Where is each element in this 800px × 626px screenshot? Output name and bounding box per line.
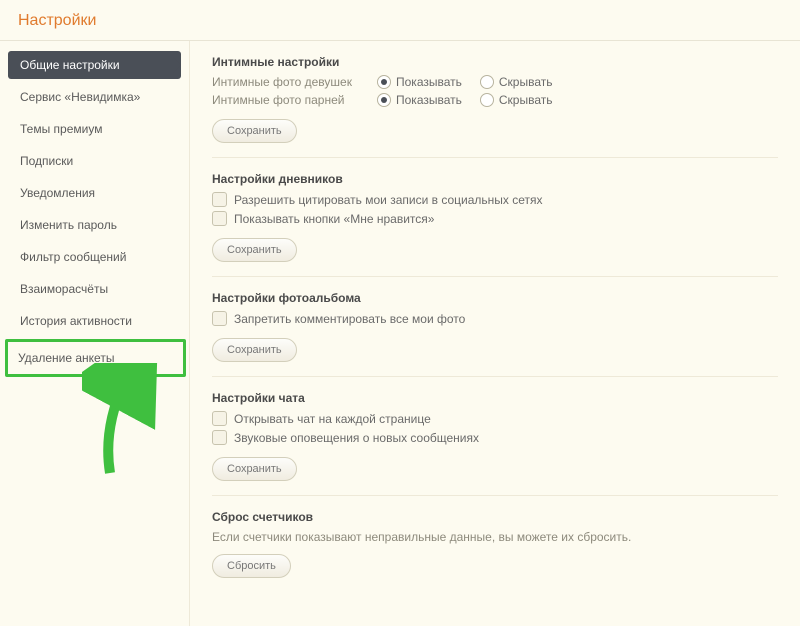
checkbox-icon	[212, 311, 227, 326]
sidebar-item-activity-history[interactable]: История активности	[8, 307, 181, 335]
page-header: Настройки	[0, 0, 800, 41]
radio-icon	[377, 75, 391, 89]
sidebar: Общие настройки Сервис «Невидимка» Темы …	[0, 41, 190, 626]
section-chat: Настройки чата Открывать чат на каждой с…	[212, 391, 778, 496]
section-diaries: Настройки дневников Разрешить цитировать…	[212, 172, 778, 277]
checkbox-icon	[212, 211, 227, 226]
counters-desc: Если счетчики показывают неправильные да…	[212, 530, 778, 544]
section-title: Настройки фотоальбома	[212, 291, 778, 305]
checkbox-sound-alerts[interactable]: Звуковые оповещения о новых сообщениях	[212, 430, 778, 445]
section-intimate: Интимные настройки Интимные фото девушек…	[212, 55, 778, 158]
save-button[interactable]: Сохранить	[212, 457, 297, 481]
save-button[interactable]: Сохранить	[212, 119, 297, 143]
radio-group: Показывать Скрывать	[377, 93, 553, 107]
sidebar-item-general-settings[interactable]: Общие настройки	[8, 51, 181, 79]
checkbox-disable-comments[interactable]: Запретить комментировать все мои фото	[212, 311, 778, 326]
radio-show[interactable]: Показывать	[377, 75, 462, 89]
sidebar-item-notifications[interactable]: Уведомления	[8, 179, 181, 207]
checkbox-open-chat[interactable]: Открывать чат на каждой странице	[212, 411, 778, 426]
sidebar-item-invisible-service[interactable]: Сервис «Невидимка»	[8, 83, 181, 111]
checkbox-icon	[212, 411, 227, 426]
content-area: Интимные настройки Интимные фото девушек…	[190, 41, 800, 626]
checkbox-icon	[212, 192, 227, 207]
page-title: Настройки	[18, 12, 782, 30]
checkbox-like-buttons[interactable]: Показывать кнопки «Мне нравится»	[212, 211, 778, 226]
section-title: Интимные настройки	[212, 55, 778, 69]
radio-group: Показывать Скрывать	[377, 75, 553, 89]
sidebar-item-message-filter[interactable]: Фильтр сообщений	[8, 243, 181, 271]
save-button[interactable]: Сохранить	[212, 238, 297, 262]
sidebar-item-premium-themes[interactable]: Темы премиум	[8, 115, 181, 143]
section-title: Настройки чата	[212, 391, 778, 405]
section-counters: Сброс счетчиков Если счетчики показывают…	[212, 510, 778, 592]
sidebar-item-subscriptions[interactable]: Подписки	[8, 147, 181, 175]
sidebar-item-billing[interactable]: Взаиморасчёты	[8, 275, 181, 303]
radio-icon	[377, 93, 391, 107]
reset-button[interactable]: Сбросить	[212, 554, 291, 578]
radio-icon	[480, 93, 494, 107]
row-label: Интимные фото парней	[212, 93, 377, 107]
radio-hide[interactable]: Скрывать	[480, 93, 553, 107]
section-album: Настройки фотоальбома Запретить комменти…	[212, 291, 778, 377]
save-button[interactable]: Сохранить	[212, 338, 297, 362]
intimate-row-guys: Интимные фото парней Показывать Скрывать	[212, 93, 778, 107]
intimate-row-girls: Интимные фото девушек Показывать Скрыват…	[212, 75, 778, 89]
sidebar-item-change-password[interactable]: Изменить пароль	[8, 211, 181, 239]
sidebar-item-delete-profile[interactable]: Удаление анкеты	[5, 339, 186, 377]
radio-show[interactable]: Показывать	[377, 93, 462, 107]
checkbox-icon	[212, 430, 227, 445]
radio-icon	[480, 75, 494, 89]
section-title: Настройки дневников	[212, 172, 778, 186]
row-label: Интимные фото девушек	[212, 75, 377, 89]
section-title: Сброс счетчиков	[212, 510, 778, 524]
checkbox-cite-social[interactable]: Разрешить цитировать мои записи в социал…	[212, 192, 778, 207]
radio-hide[interactable]: Скрывать	[480, 75, 553, 89]
